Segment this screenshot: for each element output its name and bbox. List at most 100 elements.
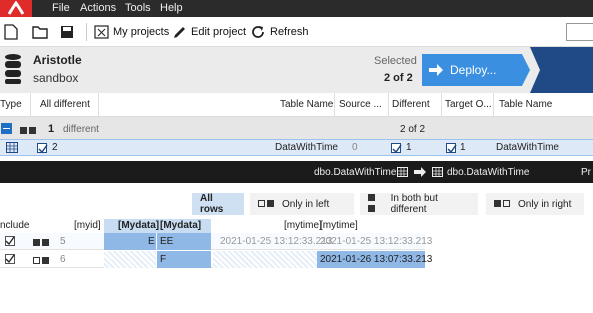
edit-project-button[interactable]: Edit project: [172, 23, 246, 41]
project-header: Aristotle sandbox Selected 2 of 2 Deploy…: [0, 47, 593, 93]
grid-header-mytime-right[interactable]: [mytime]: [320, 220, 358, 231]
empty-cell-pattern: [104, 251, 156, 268]
col-table-name-left[interactable]: Table Name: [280, 99, 333, 110]
source-only-count: 0: [352, 142, 358, 153]
edit-project-label: Edit project: [191, 26, 247, 38]
checkmark-icon: [5, 236, 15, 246]
refresh-button[interactable]: Refresh: [250, 23, 309, 41]
project-environment: sandbox: [33, 71, 79, 85]
group-row[interactable]: 1 different 2 of 2: [0, 117, 593, 139]
col-divider: [388, 93, 389, 117]
table-icon: [397, 167, 408, 177]
col-table-name-right[interactable]: Table Name: [499, 99, 552, 110]
deploy-label: Deploy...: [450, 63, 497, 77]
table-icon: [6, 142, 18, 153]
include-checkbox[interactable]: [5, 236, 15, 246]
tab-only-in-left[interactable]: Only in left: [250, 193, 354, 215]
checkmark-icon: [392, 144, 402, 154]
selected-label: Selected: [374, 55, 417, 67]
col-different[interactable]: Different: [392, 99, 430, 110]
checkmark-icon: [38, 144, 48, 154]
different-checkbox[interactable]: [391, 142, 402, 154]
empty-cell-pattern: [213, 251, 317, 268]
cell-mydata-right: EE: [160, 236, 174, 247]
tab-only-in-left-label: Only in left: [282, 198, 330, 210]
checkmark-icon: [5, 254, 15, 264]
table-name-right: DataWithTime: [496, 142, 559, 153]
col-divider: [493, 93, 494, 117]
menu-file[interactable]: File: [52, 2, 70, 14]
collapse-icon[interactable]: [1, 123, 12, 134]
deploy-button[interactable]: Deploy...: [422, 54, 522, 86]
tab-only-in-right[interactable]: Only in right: [486, 193, 584, 215]
tab-all-rows[interactable]: All rows: [192, 193, 244, 215]
menu-help[interactable]: Help: [160, 2, 183, 14]
table-row[interactable]: 2 DataWithTime 0 1 1 DataWithTime: [0, 139, 593, 156]
only-left-icon: [258, 199, 276, 210]
both-different-icon: [368, 193, 385, 215]
cell-myid: 6: [60, 254, 66, 265]
menu-bar: File Actions Tools Help: [0, 0, 593, 17]
selected-count: 2 of 2: [384, 72, 413, 84]
save-button[interactable]: [60, 23, 74, 41]
search-input[interactable]: [566, 23, 593, 41]
left-table-name: dbo.DataWithTime: [314, 167, 397, 178]
grid-header-mytime-left[interactable]: [mytime]: [284, 220, 322, 231]
new-file-icon: [4, 24, 18, 40]
grid-header-myid[interactable]: [myid]: [74, 220, 101, 231]
checkmark-icon: [447, 144, 457, 154]
grid-header-mydata-left[interactable]: [Mydata]: [118, 220, 159, 231]
table-name-left: DataWithTime: [275, 142, 338, 153]
col-target[interactable]: Target O...: [445, 99, 492, 110]
pencil-icon: [174, 26, 185, 38]
cell-mytime-left: 2021-01-25 13:12:33.213: [220, 236, 333, 247]
col-type[interactable]: Type: [0, 99, 22, 110]
col-divider: [30, 93, 31, 117]
group-summary: 2 of 2: [400, 124, 426, 135]
cell-mytime-right: 2021-01-26 13:07:33.213: [320, 254, 433, 265]
compare-bar: dbo.DataWithTime dbo.DataWithTime Pr: [0, 161, 593, 183]
cell-mydata-right: F: [160, 254, 167, 265]
target-only-count: 1: [460, 142, 466, 153]
col-all-different[interactable]: All different: [40, 99, 90, 110]
database-icon: [5, 54, 21, 84]
my-projects-button[interactable]: My projects: [94, 23, 169, 41]
open-project-button[interactable]: [32, 23, 48, 41]
tab-in-both-different[interactable]: In both but different: [360, 193, 478, 215]
arrow-right-icon: [414, 167, 426, 177]
grid-header-include[interactable]: nclude: [0, 220, 29, 231]
group-label: different: [63, 124, 99, 135]
all-different-count: 2: [52, 142, 58, 153]
toolbar: My projects Edit project Refresh: [0, 17, 593, 47]
right-table-name: dbo.DataWithTime: [447, 167, 530, 178]
truncated-label: Pr: [581, 167, 591, 178]
tab-in-both-different-label: In both but different: [390, 193, 438, 215]
include-checkbox[interactable]: [37, 142, 48, 154]
project-name: Aristotle: [33, 53, 82, 67]
menu-tools[interactable]: Tools: [125, 2, 151, 14]
col-divider: [334, 93, 335, 117]
row-filter-tabs: All rows Only in left In both but differ…: [0, 183, 593, 219]
table-icon: [432, 167, 443, 177]
save-icon: [61, 26, 73, 38]
include-checkbox[interactable]: [5, 254, 15, 264]
menu-actions[interactable]: Actions: [80, 2, 116, 14]
different-type-icon: [20, 125, 38, 137]
only-right-icon: [494, 199, 512, 210]
column-header-row: Type All different Table Name Source ...…: [0, 93, 593, 117]
new-project-button[interactable]: [4, 23, 18, 41]
deploy-arrow-tip: [522, 54, 530, 86]
target-checkbox[interactable]: [446, 142, 457, 154]
different-count: 1: [406, 142, 412, 153]
results-grid: nclude [myid] [Mydata] [Mydata] [mytime]…: [0, 219, 593, 313]
app-logo: [0, 0, 32, 17]
group-count: 1: [48, 123, 55, 135]
only-right-row-icon: [33, 255, 51, 267]
tab-all-rows-label: All rows: [200, 193, 224, 215]
grid-header-mydata-right[interactable]: [Mydata]: [160, 220, 201, 231]
cell-mytime-right: 2021-01-25 13:12:33.213: [320, 236, 433, 247]
cell-mydata-left: E: [148, 236, 155, 247]
col-source[interactable]: Source ...: [339, 99, 382, 110]
cell-myid: 5: [60, 236, 66, 247]
folder-icon: [32, 26, 48, 39]
